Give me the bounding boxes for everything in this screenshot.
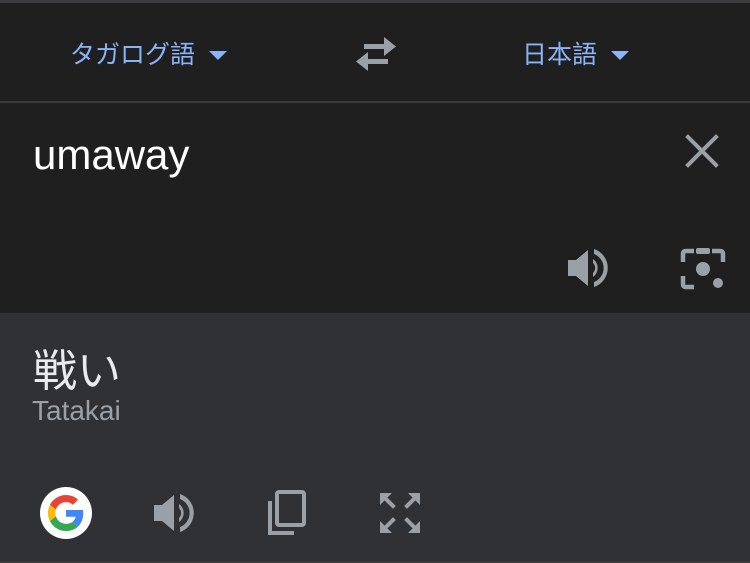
target-language-label: 日本語	[522, 40, 598, 69]
copy-icon	[268, 490, 306, 535]
source-language-button[interactable]: タガログ語	[70, 33, 228, 73]
listen-source-button[interactable]	[566, 246, 614, 290]
output-panel: 戦い Tatakai	[0, 313, 750, 563]
fullscreen-icon	[380, 493, 420, 533]
google-logo-icon	[48, 495, 84, 531]
source-language-label: タガログ語	[70, 40, 196, 69]
camera-button[interactable]	[680, 246, 726, 292]
copy-button[interactable]	[264, 489, 308, 537]
swap-arrows-icon	[356, 37, 396, 71]
speaker-icon	[154, 494, 194, 532]
target-language-button[interactable]: 日本語	[522, 33, 630, 73]
chevron-down-icon	[611, 50, 630, 60]
chevron-down-icon	[209, 50, 228, 60]
listen-translation-button[interactable]	[152, 491, 200, 535]
google-search-button[interactable]	[40, 487, 92, 539]
language-bar: タガログ語 日本語	[0, 3, 750, 101]
romanization-text: Tatakai	[32, 395, 121, 426]
speaker-icon	[568, 249, 608, 287]
source-text-input[interactable]: umaway	[33, 131, 189, 179]
translation-text: 戦い	[33, 346, 121, 397]
fullscreen-button[interactable]	[378, 491, 422, 535]
swap-languages-button[interactable]	[354, 37, 398, 71]
clear-button[interactable]	[682, 131, 722, 171]
camera-icon	[680, 248, 726, 290]
translate-app: タガログ語 日本語 umaway 戦い Tatakai	[0, 0, 750, 563]
close-icon	[685, 134, 719, 168]
input-panel: umaway	[0, 103, 750, 313]
